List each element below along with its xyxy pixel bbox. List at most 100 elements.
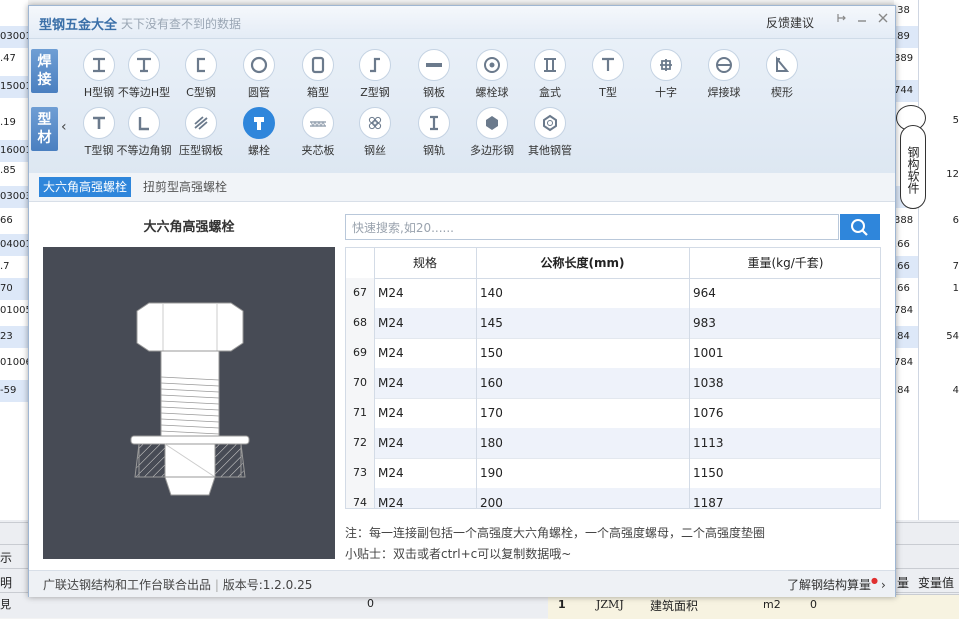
sheet-cell[interactable]: 70 [0, 278, 28, 300]
tool-t-section[interactable]: T型 [578, 49, 638, 107]
table-row[interactable]: 73 M24 190 1150 [346, 458, 880, 489]
table-row[interactable]: 67 M24 140 964 [346, 278, 880, 309]
sheet-cell[interactable]: 388 [894, 210, 918, 232]
tool-label: 多边形钢 [470, 144, 514, 157]
minimize-icon[interactable] [855, 12, 869, 28]
sheet-cell[interactable]: 7 [930, 256, 959, 278]
box-section-icon [302, 49, 334, 81]
tool-unequal-angle[interactable]: 不等边角钢 [114, 107, 174, 165]
learn-more-link[interactable]: 了解钢结构算量● › [787, 576, 886, 593]
sheet-cell[interactable]: 1 [930, 278, 959, 300]
bottom-row-label: 見 [0, 598, 11, 611]
tool-polygon-steel[interactable]: 多边形钢 [462, 107, 522, 165]
feedback-link[interactable]: 反馈建议 [766, 14, 814, 31]
tab-torshear-bolt[interactable]: 扭剪型高强螺栓 [139, 177, 231, 197]
sheet-cell[interactable]: 04001 [0, 234, 28, 256]
tool-weld-ball[interactable]: 焊接球 [694, 49, 754, 107]
tool-z-section[interactable]: Z型钢 [345, 49, 405, 107]
tool-sandwich-panel[interactable]: 夹芯板 [288, 107, 348, 165]
title-bar[interactable]: 型钢五金大全 天下没有查不到的数据 反馈建议 [29, 6, 895, 38]
tool-wedge[interactable]: 楔形 [752, 49, 812, 107]
cell-spec: M24 [378, 376, 404, 390]
sheet-cell[interactable]: 784 [894, 352, 918, 374]
tool-round-pipe[interactable]: 圆管 [229, 49, 289, 107]
category-welded[interactable]: 焊接 [31, 49, 58, 93]
sheet-cell[interactable]: 23 [0, 326, 28, 348]
sheet-cell[interactable]: 15001 [0, 76, 28, 98]
search-button[interactable] [840, 214, 880, 240]
tool-box-type[interactable]: 盒式 [520, 49, 580, 107]
tool-c-channel[interactable]: C型钢 [171, 49, 231, 107]
sheet-cell[interactable]: .7 [0, 256, 28, 278]
tool-cross-section[interactable]: 十字 [636, 49, 696, 107]
tab-hex-bolt[interactable]: 大六角高强螺栓 [39, 177, 132, 197]
tool-profiled-plate[interactable]: 压型钢板 [171, 107, 231, 165]
sheet-cell[interactable]: .66 [894, 256, 918, 278]
header-weight[interactable]: 重量(kg/千套) [689, 248, 880, 278]
header-length[interactable]: 公称长度(mm) [476, 248, 689, 278]
sheet-cell[interactable]: 01005 [0, 300, 28, 322]
sheet-cell[interactable]: 03001 [0, 26, 28, 48]
tool-steel-plate[interactable]: 钢板 [404, 49, 464, 107]
dialog-subtitle: 天下没有查不到的数据 [121, 17, 242, 31]
variable-row[interactable]: 1 JZMJ 建筑面积 m2 0 [548, 594, 959, 619]
tool-bolt[interactable]: 螺栓 [229, 107, 289, 165]
table-row[interactable]: 69 M24 150 1001 [346, 338, 880, 369]
sheet-cell[interactable]: 16001 [0, 140, 28, 162]
table-row[interactable]: 71 M24 170 1076 [346, 398, 880, 429]
tool-label: 十字 [655, 86, 677, 99]
sheet-cell[interactable]: 6 [930, 210, 959, 232]
pin-icon[interactable] [834, 12, 848, 28]
unequal-angle-icon [128, 107, 160, 139]
mascot[interactable]: 钢构软件 [894, 105, 934, 209]
table-row[interactable]: 68 M24 145 983 [346, 308, 880, 339]
sheet-cell[interactable]: 01006 [0, 352, 28, 374]
sheet-cell[interactable]: 784 [894, 300, 918, 322]
sheet-cell[interactable]: .38 [894, 0, 918, 22]
sheet-cell[interactable]: 5 [930, 110, 959, 132]
tool-box-section[interactable]: 箱型 [288, 49, 348, 107]
sheet-cell[interactable]: .66 [894, 234, 918, 256]
scroll-left-arrow-icon[interactable]: ‹ [61, 119, 67, 135]
tool-label: T型 [599, 86, 617, 99]
table-row[interactable]: 70 M24 160 1038 [346, 368, 880, 399]
bottom-tab-label[interactable]: 示 [0, 549, 12, 566]
cell-spec: M24 [378, 316, 404, 330]
sheet-cell[interactable]: .84 [894, 380, 918, 402]
sheet-cell[interactable]: -59 [0, 380, 28, 402]
sheet-cell[interactable]: 744 [894, 80, 918, 102]
sheet-cell[interactable]: 12 [930, 164, 959, 186]
tool-steel-wire[interactable]: 钢丝 [345, 107, 405, 165]
sheet-cell[interactable]: 389 [894, 48, 918, 70]
tool-unequal-h[interactable]: 不等边H型 [114, 49, 174, 107]
cell-length: 145 [480, 316, 503, 330]
sheet-cell[interactable]: .66 [894, 278, 918, 300]
sheet-cell[interactable]: 54 [930, 326, 959, 348]
tool-bolt-ball[interactable]: 螺栓球 [462, 49, 522, 107]
tool-label: 圆管 [248, 86, 270, 99]
sheet-cell[interactable]: 03003 [0, 186, 28, 208]
z-section-icon [359, 49, 391, 81]
sheet-cell[interactable]: .85 [0, 160, 28, 182]
table-row[interactable]: 74 M24 200 1187 [346, 488, 880, 509]
tool-other-pipe[interactable]: 其他钢管 [520, 107, 580, 165]
close-icon[interactable] [876, 12, 890, 28]
tool-label: 不等边H型 [117, 86, 171, 99]
tool-label: Z型钢 [360, 86, 390, 99]
sheet-cell[interactable]: 66 [0, 210, 28, 232]
row-unit: m2 [763, 598, 781, 611]
sheet-cell[interactable]: .47 [0, 48, 28, 70]
sheet-cell[interactable]: .89 [894, 26, 918, 48]
bolt-ball-icon [476, 49, 508, 81]
cell-weight: 1187 [693, 496, 724, 509]
search-input[interactable] [350, 216, 834, 240]
new-dot-icon: ● [871, 576, 878, 585]
sheet-cell[interactable]: 4 [930, 380, 959, 402]
header-spec[interactable]: 规格 [374, 248, 476, 278]
table-row[interactable]: 72 M24 180 1113 [346, 428, 880, 459]
sheet-cell[interactable]: .84 [894, 326, 918, 348]
tool-rail[interactable]: 钢轨 [404, 107, 464, 165]
category-profile[interactable]: 型材 [31, 107, 58, 151]
sheet-cell[interactable]: .19 [0, 112, 28, 134]
cell-weight: 983 [693, 316, 716, 330]
